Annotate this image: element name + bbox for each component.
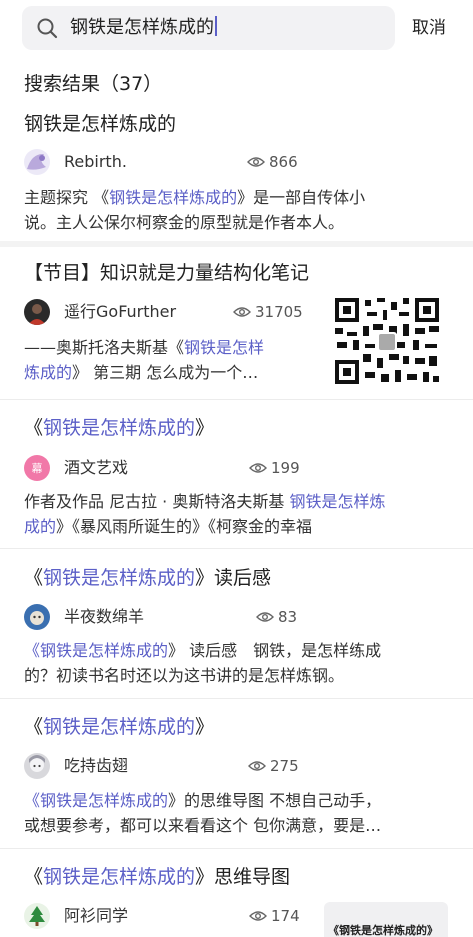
mindmap-thumbnail: 《钢铁是怎样炼成的》: [324, 902, 448, 937]
thumbnail-caption: 《钢铁是怎样炼成的》: [328, 924, 438, 937]
result-card[interactable]: 《钢铁是怎样炼成的》思维导图 阿衫同学 174 《钢铁是怎样炼成的》: [0, 0, 473, 937]
author-name: 阿衫同学: [64, 906, 129, 925]
result-title[interactable]: 《钢铁是怎样炼成的》思维导图: [24, 863, 290, 891]
title-highlight: 钢铁是怎样炼成的: [43, 866, 196, 888]
avatar: [24, 903, 50, 929]
view-count-value: 174: [271, 907, 300, 925]
eye-icon: [249, 911, 267, 921]
title-suffix: 》思维导图: [195, 866, 291, 888]
title-bracket: 《: [24, 866, 44, 888]
view-count: 174: [249, 905, 300, 927]
